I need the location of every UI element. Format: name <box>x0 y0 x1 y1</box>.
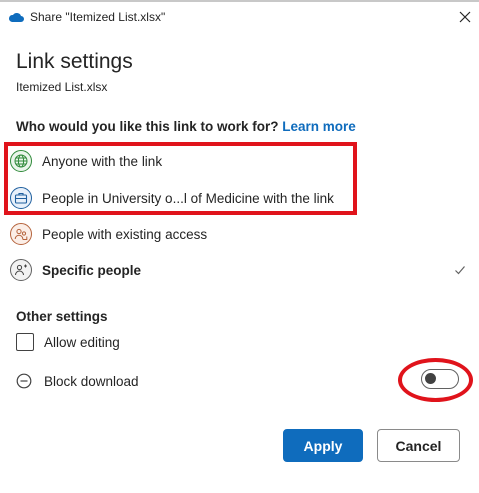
title-bar: Share "Itemized List.xlsx" <box>0 2 479 30</box>
cancel-button[interactable]: Cancel <box>377 429 460 462</box>
toggle-knob <box>425 373 436 384</box>
other-settings-heading: Other settings <box>16 309 108 324</box>
dialog-heading: Link settings <box>16 50 133 73</box>
file-name: Itemized List.xlsx <box>16 80 108 94</box>
block-download-label: Block download <box>44 374 139 389</box>
option-existing-access[interactable]: People with existing access <box>10 220 470 248</box>
question-text: Who would you like this link to work for… <box>16 119 279 134</box>
apply-button[interactable]: Apply <box>283 429 363 462</box>
block-download-toggle[interactable] <box>421 369 459 389</box>
window-title: Share "Itemized List.xlsx" <box>30 10 166 24</box>
option-label: Anyone with the link <box>42 153 163 169</box>
checkmark-icon <box>455 266 465 275</box>
allow-editing-label: Allow editing <box>44 335 120 350</box>
people-icon <box>10 223 32 245</box>
learn-more-link[interactable]: Learn more <box>282 119 356 134</box>
link-scope-question: Who would you like this link to work for… <box>16 119 356 134</box>
close-button[interactable] <box>455 7 475 27</box>
option-organization-with-link[interactable]: People in University o...l of Medicine w… <box>10 184 470 212</box>
allow-editing-checkbox[interactable] <box>16 333 34 351</box>
onedrive-cloud-icon <box>8 12 24 22</box>
briefcase-icon <box>10 187 32 209</box>
block-download-icon <box>16 373 32 389</box>
option-label: People with existing access <box>42 226 208 242</box>
close-icon <box>459 11 471 23</box>
specific-people-icon <box>10 259 32 281</box>
option-anyone-with-link[interactable]: Anyone with the link <box>10 147 470 175</box>
option-specific-people[interactable]: Specific people <box>10 256 470 284</box>
option-label: Specific people <box>42 262 142 278</box>
globe-icon <box>10 150 32 172</box>
option-label: People in University o...l of Medicine w… <box>42 190 334 206</box>
